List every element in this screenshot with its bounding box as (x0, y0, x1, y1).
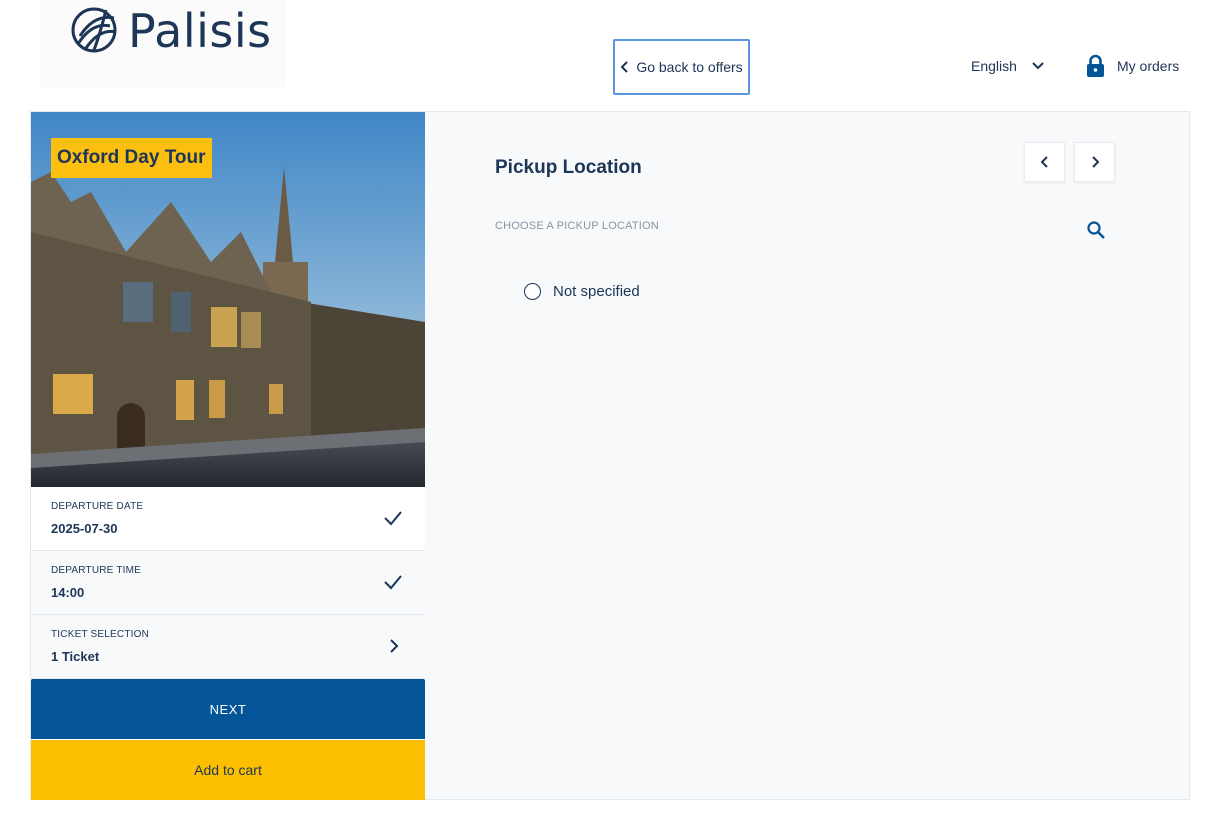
step-label: DEPARTURE TIME (51, 565, 142, 576)
step-ticket-selection[interactable]: TICKET SELECTION 1 Ticket (31, 615, 425, 679)
prev-step-button[interactable] (1024, 142, 1065, 182)
chevron-left-icon (620, 61, 629, 73)
search-icon[interactable] (1086, 220, 1106, 240)
pickup-title: Pickup Location (495, 157, 642, 178)
next-button[interactable]: NEXT (31, 679, 425, 739)
next-step-button[interactable] (1074, 142, 1115, 182)
tour-title: Oxford Day Tour (51, 138, 212, 178)
tour-summary: Oxford Day Tour DEPARTURE DATE 2025-07-3… (31, 112, 425, 800)
chevron-right-icon (390, 639, 399, 653)
language-label: English (971, 58, 1017, 74)
add-to-cart-button[interactable]: Add to cart (31, 740, 425, 800)
check-icon (384, 511, 402, 526)
step-label: TICKET SELECTION (51, 629, 150, 640)
logo[interactable]: Palisis (40, 0, 286, 87)
go-back-button[interactable]: Go back to offers (613, 39, 750, 95)
my-orders-label: My orders (1117, 58, 1180, 74)
tour-image: Oxford Day Tour (31, 112, 425, 487)
step-value: 2025-07-30 (51, 521, 118, 536)
booking-panel: Oxford Day Tour DEPARTURE DATE 2025-07-3… (30, 111, 1190, 800)
step-departure-date[interactable]: DEPARTURE DATE 2025-07-30 (31, 487, 425, 551)
pickup-option-label: Not specified (553, 283, 640, 300)
chevron-left-icon (1040, 156, 1048, 168)
logo-text: Palisis (128, 4, 272, 58)
step-value: 14:00 (51, 585, 85, 600)
pickup-sub-label: CHOOSE A PICKUP LOCATION (495, 220, 659, 232)
chevron-down-icon (1032, 62, 1044, 70)
step-departure-time[interactable]: DEPARTURE TIME 14:00 (31, 551, 425, 615)
step-value: 1 Ticket (51, 649, 100, 664)
chevron-right-icon (1091, 156, 1099, 168)
my-orders-link[interactable]: My orders (1086, 54, 1179, 78)
language-selector[interactable]: English (971, 58, 1045, 74)
go-back-label: Go back to offers (636, 59, 743, 75)
step-label: DEPARTURE DATE (51, 501, 144, 512)
radio-button[interactable] (524, 283, 541, 300)
globe-logo-icon (71, 7, 117, 53)
check-icon (384, 575, 402, 590)
pickup-option-not-specified[interactable]: Not specified (524, 283, 640, 300)
lock-icon (1087, 54, 1104, 77)
